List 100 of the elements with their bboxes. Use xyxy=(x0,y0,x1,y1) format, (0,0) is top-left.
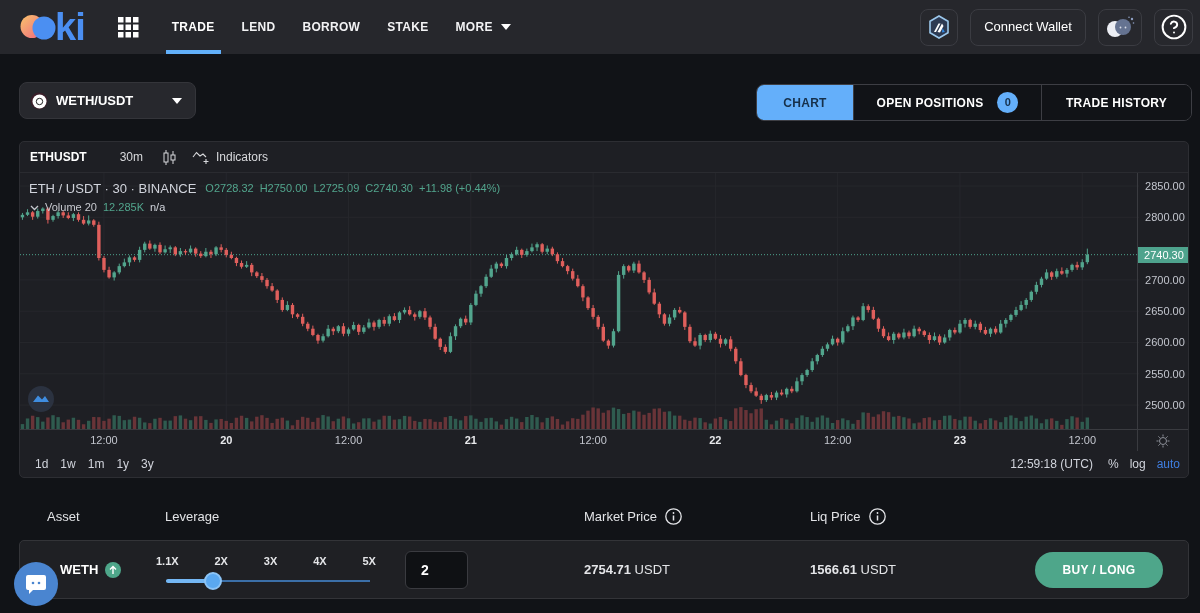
candlestick xyxy=(861,302,865,322)
help-button[interactable] xyxy=(1154,8,1193,46)
chat-icon xyxy=(25,573,47,595)
leverage-input[interactable]: 2 xyxy=(405,550,468,589)
slider-thumb[interactable] xyxy=(203,571,222,590)
scale-toggle[interactable]: % xyxy=(1107,455,1119,473)
price-axis-label: 2700.00 xyxy=(1145,272,1185,287)
settings-icon[interactable] xyxy=(1156,433,1171,448)
info-icon[interactable] xyxy=(868,508,886,526)
candlestick xyxy=(535,241,539,252)
arrow-up-icon xyxy=(105,561,122,578)
nav-link[interactable]: BORROW xyxy=(296,0,367,54)
indicator-wave-icon xyxy=(192,150,211,164)
nav-link[interactable]: TRADE xyxy=(165,0,221,54)
connect-wallet-button[interactable]: Connect Wallet xyxy=(970,8,1086,46)
time-axis-label: 12:00 xyxy=(823,433,852,447)
chart-type-button[interactable] xyxy=(163,149,176,165)
range-button[interactable]: 1w xyxy=(60,455,76,473)
candlestick xyxy=(204,247,208,258)
leverage-option[interactable]: 5X xyxy=(362,553,376,568)
view-tab[interactable]: TRADE HISTORY xyxy=(1041,85,1191,120)
indicators-button[interactable]: Indicators xyxy=(192,148,269,166)
open-price: O2728.32 xyxy=(205,181,254,196)
price-axis-label: 2650.00 xyxy=(1145,304,1185,319)
chat-button[interactable] xyxy=(14,562,58,606)
market-price-value: 2754.71 USDT xyxy=(584,560,671,579)
liq-price-value: 1566.61 USDT xyxy=(810,560,896,579)
candlestick xyxy=(683,310,687,331)
range-button[interactable]: 1m xyxy=(87,455,105,473)
candlestick xyxy=(448,331,453,354)
column-header: Market Price xyxy=(584,508,657,526)
candlestick xyxy=(153,243,157,253)
close-price: C2740.30 xyxy=(365,181,413,196)
range-button[interactable]: 3y xyxy=(141,455,154,473)
price-axis-label: 2500.00 xyxy=(1145,398,1185,413)
leverage-option[interactable]: 4X xyxy=(313,553,327,568)
column-header: Leverage xyxy=(165,508,220,526)
candlestick xyxy=(260,272,264,283)
time-axis-label: 21 xyxy=(464,433,477,447)
time-axis-label: 23 xyxy=(953,433,967,447)
candlestick xyxy=(525,248,529,258)
candlestick xyxy=(902,328,906,340)
help-icon xyxy=(1160,14,1187,40)
time-axis-label: 12:00 xyxy=(90,433,118,447)
time-axis-label: 22 xyxy=(709,433,722,447)
nav-link[interactable]: MORE xyxy=(449,0,517,54)
leverage-option[interactable]: 3X xyxy=(263,553,278,568)
price-axis-label: 2600.00 xyxy=(1145,335,1185,350)
candlestick xyxy=(611,328,616,349)
candlestick xyxy=(800,372,804,386)
price-change: +11.98 (+0.44%) xyxy=(419,181,501,196)
high-price: H2750.00 xyxy=(259,181,308,196)
theme-toggle-button[interactable] xyxy=(1098,8,1142,46)
nav-link[interactable]: LEND xyxy=(235,0,282,54)
scale-toggle[interactable]: log xyxy=(1129,455,1146,473)
candlestick xyxy=(56,209,60,220)
volume-value: 12.285K xyxy=(103,200,144,215)
candlestick xyxy=(1065,267,1069,278)
cloud-logo-icon[interactable] xyxy=(28,386,54,412)
price-axis-label: 2800.00 xyxy=(1145,210,1185,225)
network-button[interactable] xyxy=(920,8,958,46)
pair-selector[interactable]: WETH/USDT xyxy=(19,82,196,119)
leverage-slider[interactable] xyxy=(166,571,370,590)
candlestick xyxy=(372,320,376,332)
caret-down-icon xyxy=(500,24,511,30)
clock-text: 12:59:18 (UTC) xyxy=(1010,456,1093,473)
time-axis-label: 12:00 xyxy=(1068,433,1096,447)
candlestick xyxy=(1060,266,1064,276)
asset-name: WETH xyxy=(60,560,99,579)
candlestick xyxy=(265,277,269,290)
symbol-button[interactable]: ETHUSDT xyxy=(30,148,87,166)
candlestick xyxy=(907,330,911,340)
candlestick xyxy=(693,336,697,348)
token-icon xyxy=(30,91,48,110)
price-axis-label: 2850.00 xyxy=(1145,179,1185,193)
chevron-down-icon[interactable] xyxy=(30,204,39,211)
candlestick xyxy=(163,244,167,255)
range-button[interactable]: 1d xyxy=(35,455,49,473)
candlestick xyxy=(367,318,371,330)
range-button[interactable]: 1y xyxy=(116,455,130,473)
interval-button[interactable]: 30m xyxy=(119,148,143,166)
last-price-tag: 2740.30 xyxy=(1138,246,1188,263)
moon-stars-icon xyxy=(1105,16,1135,38)
candlestick xyxy=(423,307,427,321)
volume-secondary-value: n/a xyxy=(149,200,166,215)
low-price: L2725.09 xyxy=(313,181,360,196)
info-icon[interactable] xyxy=(664,508,682,526)
apps-grid-icon[interactable] xyxy=(117,16,139,38)
candlestick xyxy=(739,357,743,377)
view-tab[interactable]: CHART xyxy=(757,85,853,120)
candlestick xyxy=(469,302,473,326)
nav-link[interactable]: STAKE xyxy=(381,0,435,54)
count-badge: 0 xyxy=(997,92,1019,113)
caret-down-icon xyxy=(172,97,182,104)
scale-toggle[interactable]: auto xyxy=(1156,455,1180,473)
candlestick xyxy=(1014,306,1018,318)
hexagon-logo-icon xyxy=(928,15,950,39)
leverage-option[interactable]: 1.1X xyxy=(156,553,179,568)
leverage-option[interactable]: 2X xyxy=(214,553,228,568)
time-axis-label: 20 xyxy=(220,433,233,447)
